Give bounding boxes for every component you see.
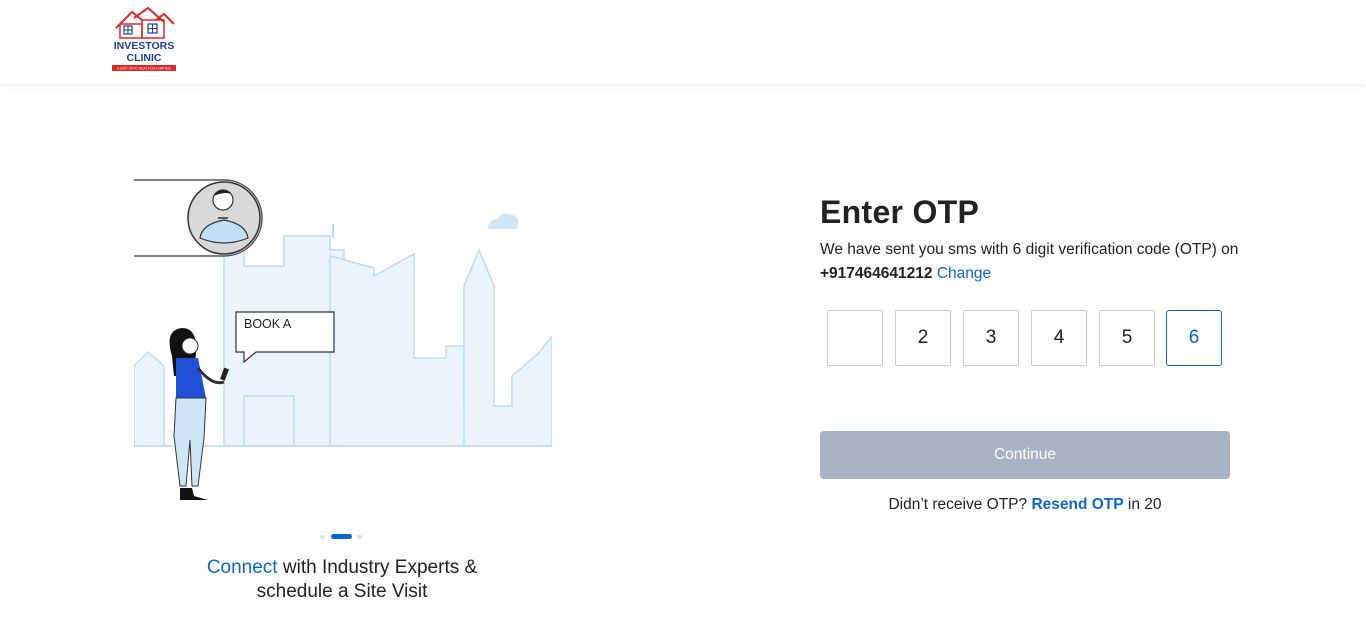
- carousel-dot-active[interactable]: [331, 534, 352, 539]
- carousel-indicator: [318, 534, 368, 540]
- onboarding-illustration: BOOK A: [134, 176, 552, 506]
- logo-line2: CLINIC: [127, 52, 162, 64]
- caption-line-1: Connect with Industry Experts &: [160, 556, 524, 580]
- phone-number: +917464641212: [820, 265, 933, 282]
- change-number-link[interactable]: Change: [937, 265, 991, 282]
- otp-digit-2[interactable]: [895, 310, 951, 366]
- continue-button[interactable]: Continue: [820, 431, 1230, 479]
- carousel-dot[interactable]: [357, 535, 362, 539]
- logo-tagline: A UNIT OF IC REALTECH LIMITED: [117, 67, 171, 71]
- woman-with-phone-icon: [169, 328, 229, 500]
- caption-highlight: Connect: [206, 557, 278, 578]
- investors-clinic-logo[interactable]: INVESTORS CLINIC A UNIT OF IC REALTECH L…: [112, 6, 176, 72]
- otp-panel: Enter OTP We have sent you sms with 6 di…: [820, 192, 1240, 513]
- otp-digit-3[interactable]: [963, 310, 1019, 366]
- resend-otp-text: Didn’t receive OTP? Resend OTP in 20: [820, 494, 1230, 516]
- resend-countdown: in 20: [1123, 496, 1162, 513]
- resend-prefix: Didn’t receive OTP?: [888, 496, 1032, 513]
- otp-digit-1[interactable]: [827, 310, 883, 366]
- otp-description: We have sent you sms with 6 digit verifi…: [820, 238, 1240, 286]
- carousel-dot[interactable]: [320, 535, 325, 539]
- otp-description-text: We have sent you sms with 6 digit verifi…: [820, 241, 1239, 258]
- resend-otp-link[interactable]: Resend OTP: [1031, 496, 1123, 513]
- caption-rest: with Industry Experts &: [277, 557, 478, 578]
- house-logo-icon: INVESTORS CLINIC A UNIT OF IC REALTECH L…: [112, 6, 176, 71]
- header: INVESTORS CLINIC A UNIT OF IC REALTECH L…: [0, 0, 1366, 84]
- otp-digit-4[interactable]: [1031, 310, 1087, 366]
- otp-input-group: [827, 310, 1231, 368]
- otp-title: Enter OTP: [820, 194, 980, 230]
- bubble-text: BOOK A: [244, 317, 292, 331]
- logo-line1: INVESTORS: [114, 40, 175, 52]
- caption-line-2: schedule a Site Visit: [256, 581, 428, 602]
- otp-digit-6[interactable]: [1166, 310, 1222, 366]
- carousel-caption: Connect with Industry Experts & schedule…: [160, 556, 524, 604]
- otp-digit-5[interactable]: [1099, 310, 1155, 366]
